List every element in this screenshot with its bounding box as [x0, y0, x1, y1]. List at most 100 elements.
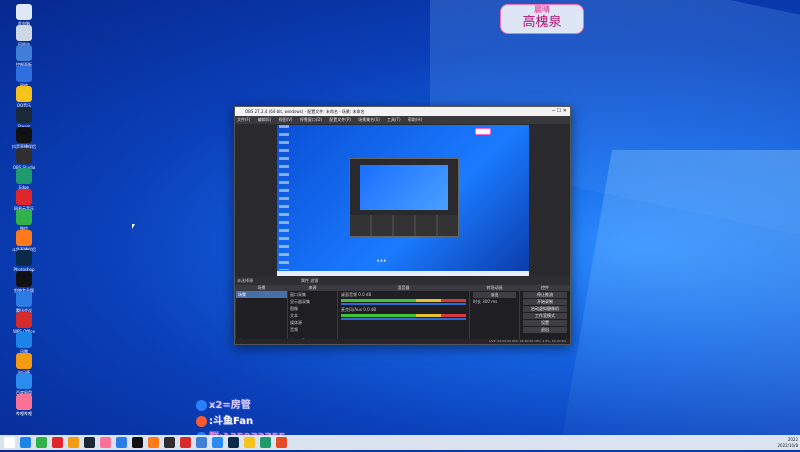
taskbar-app-icon[interactable]	[196, 437, 207, 448]
desktop-icon[interactable]: 回收站	[4, 24, 44, 47]
menu-file[interactable]: 文件(F)	[237, 117, 250, 122]
no-source-selected: 未选择源	[237, 278, 253, 283]
desktop-icon[interactable]: 控制面板	[4, 45, 44, 67]
desktop-icon[interactable]: 网络	[4, 65, 44, 88]
desktop-icon[interactable]: OBS Studio	[4, 147, 44, 170]
obs-menubar[interactable]: 文件(F) 编辑(E) 视图(V) 停靠窗口(D) 配置文件(P) 场景集合(S…	[235, 116, 570, 124]
transition-duration: 时长 300 ms	[473, 299, 516, 305]
start-recording-button[interactable]: 开始录制	[523, 299, 567, 305]
taskbar-app-icon[interactable]	[84, 437, 95, 448]
desktop-icon[interactable]: 剪映专业版	[4, 270, 44, 293]
duration-label: 时长	[473, 299, 481, 304]
taskbar-app-icon[interactable]	[100, 437, 111, 448]
taskbar-app-icon[interactable]	[36, 437, 47, 448]
taskbar-app-icon[interactable]	[244, 437, 255, 448]
transition-select[interactable]: 淡出	[473, 292, 516, 298]
source-item[interactable]: 显示器采集	[288, 298, 337, 305]
duration-value[interactable]: 300 ms	[482, 299, 497, 304]
taskbar-app-icon[interactable]	[148, 437, 159, 448]
system-clock[interactable]: 2022 2022/10/8	[777, 435, 798, 452]
desktop-icon[interactable]: 抖音直播伴侣	[4, 127, 44, 149]
desktop-icon[interactable]: 斗鱼直播伴侣	[4, 229, 44, 252]
desktop-icon-label: 哔哩哔哩	[16, 410, 32, 416]
desktop-icon[interactable]: 腾讯会议	[4, 291, 44, 313]
desktop-icon[interactable]: Edge	[4, 168, 44, 190]
taskbar-app-icon[interactable]	[212, 437, 223, 448]
desktop-icon[interactable]: QQ音乐	[4, 86, 44, 108]
desktop-icon[interactable]: 向日葵	[4, 352, 44, 375]
source-item[interactable]: 媒体源	[288, 319, 337, 326]
menu-view[interactable]: 视图(V)	[279, 117, 293, 122]
desktop-icon[interactable]: WPS Office	[4, 311, 44, 334]
source-item[interactable]: 文本	[288, 312, 337, 319]
controls-header: 控件	[520, 285, 570, 291]
menu-profile[interactable]: 配置文件(P)	[329, 117, 351, 122]
nested-obs-preview	[349, 158, 459, 237]
desktop-icon[interactable]: 网易云音乐	[4, 188, 44, 211]
scene-item[interactable]: 场景	[236, 291, 287, 298]
streamer-watermark: 晨晴 高槐泉	[500, 4, 584, 34]
controls-dock: 控件 停止推流 开始录制 启动虚拟摄像机 工作室模式 设置 退出	[519, 285, 570, 344]
douyu-icon	[196, 415, 207, 427]
source-item[interactable]: 图像	[288, 305, 337, 312]
menu-docks[interactable]: 停靠窗口(D)	[300, 117, 322, 122]
start-button[interactable]	[4, 437, 15, 448]
source-toolbar: 未选择源 属性 滤镜	[235, 277, 570, 285]
window-controls[interactable]: ─ ☐ ✕	[552, 107, 567, 116]
mic-volume-slider[interactable]	[341, 318, 466, 320]
desktop-icon[interactable]: Steam	[4, 106, 44, 129]
taskbar-app-icon[interactable]	[260, 437, 271, 448]
menu-tools[interactable]: 工具(T)	[387, 117, 401, 122]
app-icon	[16, 24, 32, 41]
taskbar-app-icon[interactable]	[20, 437, 31, 448]
app-icon	[16, 311, 32, 328]
properties-filters[interactable]: 属性 滤镜	[301, 277, 318, 285]
obs-preview[interactable]: ▲ ▲ ▲	[277, 125, 529, 276]
taskbar-app-icon[interactable]	[52, 437, 63, 448]
menu-help[interactable]: 帮助(H)	[408, 117, 422, 122]
app-icon	[16, 209, 32, 225]
app-icon	[16, 332, 32, 348]
desktop-icon[interactable]: 微信	[4, 209, 44, 231]
app-icon	[16, 188, 32, 205]
app-icon	[16, 106, 32, 123]
overlay-text-2: :斗鱼Fan	[209, 416, 254, 427]
windows-taskbar: 2022 2022/10/8	[0, 435, 800, 450]
overlay-text-1: x2=房管	[209, 400, 251, 411]
taskbar-app-icon[interactable]	[68, 437, 79, 448]
exit-button[interactable]: 退出	[523, 327, 567, 333]
desktop-icon[interactable]: 此电脑	[4, 4, 44, 26]
nested-docks	[350, 215, 458, 236]
taskbar-app-icon[interactable]	[132, 437, 143, 448]
menu-edit[interactable]: 编辑(E)	[258, 117, 272, 122]
stop-stream-button[interactable]: 停止推流	[523, 292, 567, 298]
obs-title: OBS 27.2.4 (64-bit, windows) - 配置文件: 未命名…	[245, 109, 365, 114]
mixer-header: 混音器	[338, 285, 469, 291]
taskbar-app-icon[interactable]	[228, 437, 239, 448]
app-icon	[16, 168, 32, 184]
studio-mode-button[interactable]: 工作室模式	[523, 313, 567, 319]
menu-scene-collection[interactable]: 场景集合(S)	[358, 117, 380, 122]
obs-window[interactable]: OBS 27.2.4 (64-bit, windows) - 配置文件: 未命名…	[234, 106, 571, 345]
source-item[interactable]: 音频	[288, 326, 337, 333]
wallpaper-window-logo	[560, 150, 800, 450]
desktop-icon[interactable]: 百度网盘	[4, 373, 44, 395]
taskbar-app-icon[interactable]	[276, 437, 287, 448]
source-item[interactable]: 窗口采集	[288, 291, 337, 298]
app-icon	[16, 147, 32, 164]
desktop-icon[interactable]: 哔哩哔哩	[4, 393, 44, 416]
taskbar-app-icon[interactable]	[164, 437, 175, 448]
desktop-volume-slider[interactable]	[341, 303, 466, 305]
obs-titlebar[interactable]: OBS 27.2.4 (64-bit, windows) - 配置文件: 未命名…	[235, 107, 570, 116]
transitions-header: 转场动画	[470, 285, 519, 291]
app-icon	[16, 393, 32, 410]
taskbar-app-icon[interactable]	[116, 437, 127, 448]
clock-time: 2022	[787, 437, 798, 442]
desktop-icon[interactable]: Photoshop	[4, 250, 44, 272]
transitions-dock: 转场动画 淡出 时长 300 ms	[469, 285, 519, 344]
app-icon	[16, 352, 32, 369]
desktop-icon[interactable]: 迅雷	[4, 332, 44, 354]
virtual-camera-button[interactable]: 启动虚拟摄像机	[523, 306, 567, 312]
taskbar-app-icon[interactable]	[180, 437, 191, 448]
settings-button[interactable]: 设置	[523, 320, 567, 326]
